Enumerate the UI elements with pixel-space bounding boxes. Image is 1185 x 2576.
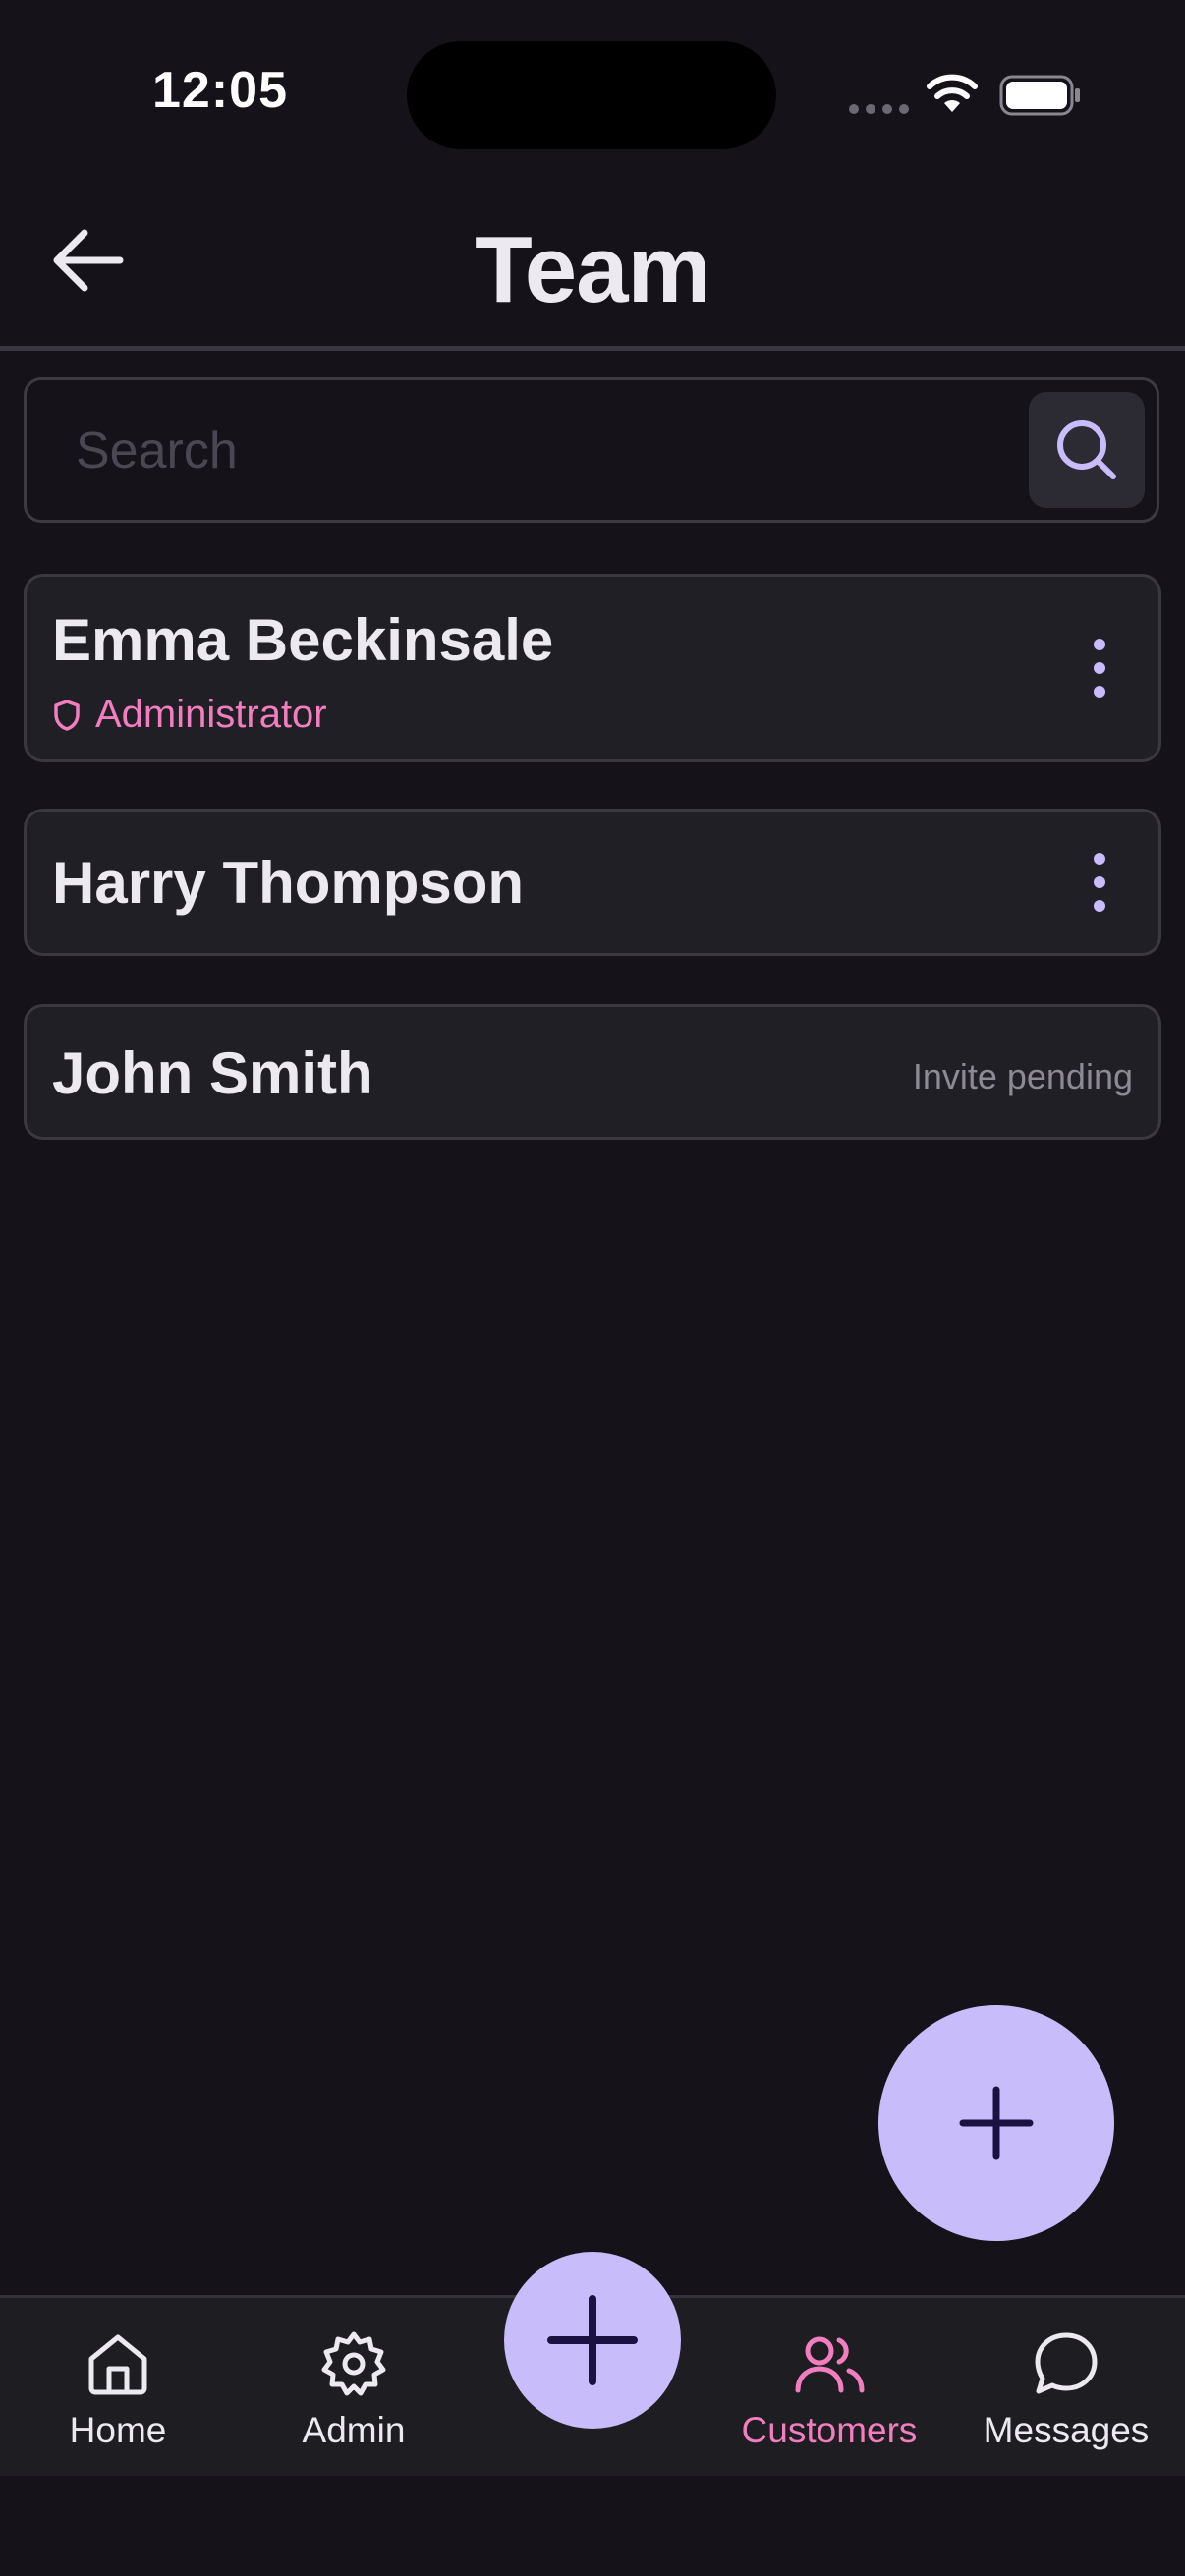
search-input[interactable] [74, 410, 1021, 492]
more-options-button[interactable] [1080, 624, 1119, 712]
member-name: Emma Beckinsale [52, 607, 554, 673]
battery-icon [999, 75, 1080, 116]
center-add-button[interactable] [504, 2252, 681, 2429]
member-card[interactable]: Harry Thompson [24, 809, 1161, 956]
page-title: Team [475, 217, 711, 322]
home-icon [88, 2334, 147, 2395]
gear-icon [321, 2331, 386, 2396]
search-bar [24, 377, 1159, 523]
wifi-icon [927, 74, 978, 112]
member-role: Administrator [52, 693, 327, 737]
shield-icon [54, 699, 80, 731]
plus-icon [547, 2295, 638, 2385]
member-name: John Smith [52, 1040, 373, 1106]
nav-label-home: Home [69, 2410, 167, 2450]
users-icon [795, 2336, 865, 2393]
search-button[interactable] [1029, 392, 1145, 508]
more-options-button[interactable] [1080, 838, 1119, 926]
chat-bubble-icon [1035, 2332, 1098, 2394]
team-screen: 12:05 Team Search Emma Beckinsale Admini… [0, 0, 1185, 2576]
status-time: 12:05 [152, 62, 288, 119]
app-header: Team [0, 187, 1185, 350]
more-vertical-icon [1094, 853, 1105, 865]
member-name: Harry Thompson [52, 850, 525, 916]
plus-icon [959, 2086, 1034, 2160]
nav-item-home[interactable]: Home [10, 2329, 226, 2467]
nav-label-customers: Customers [741, 2410, 918, 2450]
nav-label-messages: Messages [983, 2410, 1150, 2450]
dynamic-island [407, 41, 776, 149]
member-role-label: Administrator [95, 693, 327, 736]
invite-status-label: Invite pending [912, 1056, 1133, 1096]
add-member-fab[interactable] [878, 2005, 1114, 2241]
nav-item-admin[interactable]: Admin [246, 2329, 462, 2467]
header-divider [0, 346, 1185, 351]
cellular-signal-icon [849, 104, 909, 114]
status-bar: 12:05 [0, 0, 1185, 187]
more-vertical-icon [1094, 639, 1105, 650]
home-indicator-area [0, 2476, 1185, 2576]
nav-item-messages[interactable]: Messages [958, 2329, 1174, 2467]
nav-item-customers[interactable]: Customers [721, 2329, 937, 2467]
member-card[interactable]: John Smith Invite pending [24, 1004, 1161, 1140]
nav-label-admin: Admin [302, 2410, 406, 2450]
search-icon [1057, 420, 1116, 479]
member-card[interactable]: Emma Beckinsale Administrator [24, 574, 1161, 762]
